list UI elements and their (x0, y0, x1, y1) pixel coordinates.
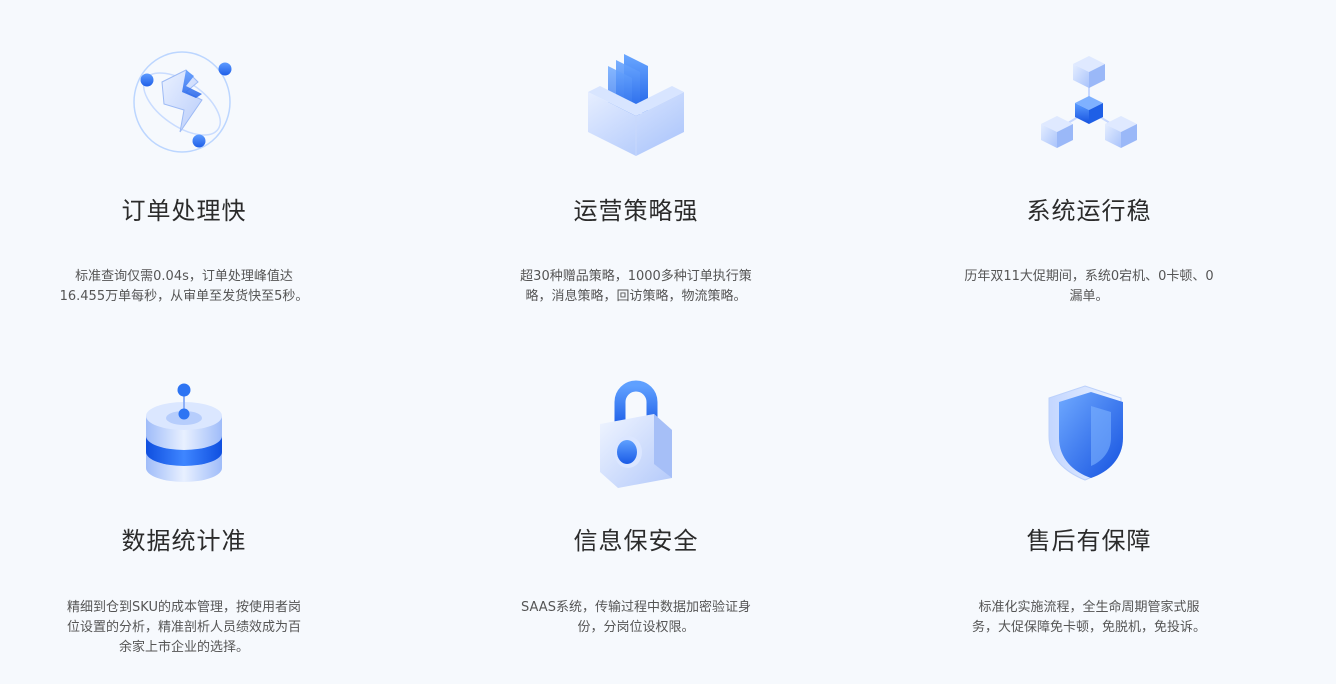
feature-description: 标准查询仅需0.04s，订单处理峰值达 16.455万单每秒，从审单至发货快至5… (34, 267, 334, 307)
feature-description-line: 务，大促保障免卡顿，免脱机，免投诉。 (971, 620, 1206, 635)
feature-card-system-stable: 系统运行稳 历年双11大促期间，系统0宕机、0卡顿、0 漏单。 (939, 0, 1239, 330)
feature-description-line: 略，消息策略，回访策略，物流策略。 (525, 289, 747, 304)
feature-card-order-speed: 订单处理快 标准查询仅需0.04s，订单处理峰值达 16.455万单每秒，从审单… (34, 0, 334, 330)
feature-description-line: 余家上市企业的选择。 (118, 640, 249, 655)
padlock-icon (576, 374, 696, 494)
feature-description-line: 超30种赠品策略，1000多种订单执行策 (520, 269, 752, 284)
cube-network-icon (1029, 44, 1149, 164)
feature-description: 标准化实施流程，全生命周期管家式服 务，大促保障免卡顿，免脱机，免投诉。 (939, 598, 1239, 638)
feature-description-line: 历年双11大促期间，系统0宕机、0卡顿、0 (964, 269, 1214, 284)
feature-description-line: 标准化实施流程，全生命周期管家式服 (978, 600, 1200, 615)
feature-title: 运营策略强 (573, 197, 699, 225)
feature-title: 售后有保障 (1026, 527, 1152, 555)
feature-description-line: SAAS系统，传输过程中数据加密验证身 (521, 600, 751, 615)
feature-description-line: 份，分岗位设权限。 (577, 620, 695, 635)
feature-description-line: 精细到仓到SKU的成本管理，按使用者岗 (67, 600, 301, 615)
feature-description-line: 漏单。 (1069, 289, 1109, 304)
feature-title: 系统运行稳 (1026, 197, 1152, 225)
feature-title: 数据统计准 (121, 527, 247, 555)
feature-card-data-accurate: 数据统计准 精细到仓到SKU的成本管理，按使用者岗 位设置的分析，精准剖析人员绩… (34, 330, 334, 684)
feature-card-after-sales: 售后有保障 标准化实施流程，全生命周期管家式服 务，大促保障免卡顿，免脱机，免投… (939, 330, 1239, 684)
feature-description: SAAS系统，传输过程中数据加密验证身 份，分岗位设权限。 (486, 598, 786, 638)
feature-description: 超30种赠品策略，1000多种订单执行策 略，消息策略，回访策略，物流策略。 (486, 267, 786, 307)
feature-title: 订单处理快 (121, 197, 247, 225)
feature-card-operation-strategy: 运营策略强 超30种赠品策略，1000多种订单执行策 略，消息策略，回访策略，物… (486, 0, 786, 330)
feature-description: 精细到仓到SKU的成本管理，按使用者岗 位设置的分析，精准剖析人员绩效成为百 余… (34, 598, 334, 658)
feature-description-line: 位设置的分析，精准剖析人员绩效成为百 (66, 620, 301, 635)
feature-description: 历年双11大促期间，系统0宕机、0卡顿、0 漏单。 (939, 267, 1239, 307)
feature-description-line: 16.455万单每秒，从审单至发货快至5秒。 (59, 289, 309, 304)
shield-icon (1029, 376, 1149, 496)
feature-card-info-secure: 信息保安全 SAAS系统，传输过程中数据加密验证身 份，分岗位设权限。 (486, 330, 786, 684)
feature-title: 信息保安全 (573, 527, 699, 555)
lightning-orbit-icon (124, 42, 244, 162)
feature-description-line: 标准查询仅需0.04s，订单处理峰值达 (75, 269, 293, 284)
features-grid: 订单处理快 标准查询仅需0.04s，订单处理峰值达 16.455万单每秒，从审单… (0, 0, 1336, 684)
database-icon (124, 376, 244, 496)
strategy-box-icon (576, 44, 696, 164)
